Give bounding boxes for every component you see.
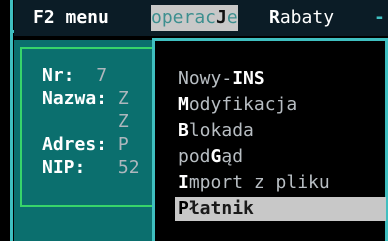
menu-item-platnik[interactable]: Płatnik (175, 197, 386, 221)
menu-rabaty-suffix: abaty (279, 7, 335, 28)
menu-item-nowy-hotkey: INS (232, 68, 265, 89)
menu-operacje-prefix: operac (151, 7, 217, 28)
nr-value: 7 (96, 65, 108, 86)
nr-label: Nr: (42, 65, 75, 86)
nazwa-value-1: Z (117, 88, 129, 109)
menu-item-modyfikacja-hotkey: M (178, 94, 189, 115)
menu-item-blokada-suffix: lokada (188, 120, 254, 141)
adres-label: Adres: (42, 134, 108, 155)
menu-item-import-suffix: mport z pliku (188, 172, 330, 193)
menu-item-blokada[interactable]: Blokada (178, 119, 254, 143)
menu-f2[interactable]: F2 menu (33, 5, 109, 31)
menu-bar-trail: - (374, 7, 385, 28)
field-nip: NIP: 52 (42, 157, 140, 179)
terminal-screen: F2 menu operacJe Rabaty - Nr: 7 Nazwa: Z… (0, 0, 388, 241)
menu-f2-label: F2 menu (33, 7, 109, 28)
menu-rabaty-hotkey: R (269, 7, 280, 28)
field-adres: Adres: P (42, 134, 129, 156)
menu-operacje-suffix: e (226, 7, 238, 28)
menu-item-modyfikacja-suffix: odyfikacja (188, 94, 298, 115)
field-nazwa-cont: Z (42, 111, 129, 133)
menu-item-podgad-hotkey: G (210, 146, 222, 167)
menu-operacje-hotkey: J (216, 7, 227, 28)
menu-item-platnik-hotkey: P (178, 198, 189, 219)
menu-item-import[interactable]: Import z pliku (178, 171, 330, 195)
nip-label: NIP: (42, 157, 86, 178)
menu-bar: F2 menu operacJe Rabaty - (14, 0, 388, 36)
window-frame-left (10, 0, 13, 241)
menu-item-nowy[interactable]: Nowy-INS (178, 67, 265, 91)
menu-item-podgad[interactable]: podGąd (178, 145, 243, 169)
operacje-dropdown: Nowy-INS Modyfikacja Blokada podGąd Impo… (152, 38, 388, 241)
menu-item-platnik-suffix: łatnik (188, 198, 254, 219)
nazwa-value-2: Z (117, 111, 129, 132)
field-nr: Nr: 7 (42, 65, 107, 87)
menu-rabaty[interactable]: Rabaty (269, 5, 334, 31)
menu-item-modyfikacja[interactable]: Modyfikacja (178, 93, 297, 117)
menu-item-blokada-hotkey: B (178, 120, 189, 141)
menu-operacje[interactable]: operacJe (151, 5, 238, 31)
menu-item-nowy-prefix: Nowy- (178, 68, 233, 89)
menu-item-import-hotkey: I (178, 172, 189, 193)
menu-item-podgad-prefix: pod (178, 146, 211, 167)
menu-item-podgad-suffix: ąd (221, 146, 244, 167)
nip-value: 52 (117, 157, 140, 178)
adres-value: P (117, 134, 129, 155)
nazwa-label: Nazwa: (42, 88, 108, 109)
field-nazwa: Nazwa: Z (42, 88, 129, 110)
